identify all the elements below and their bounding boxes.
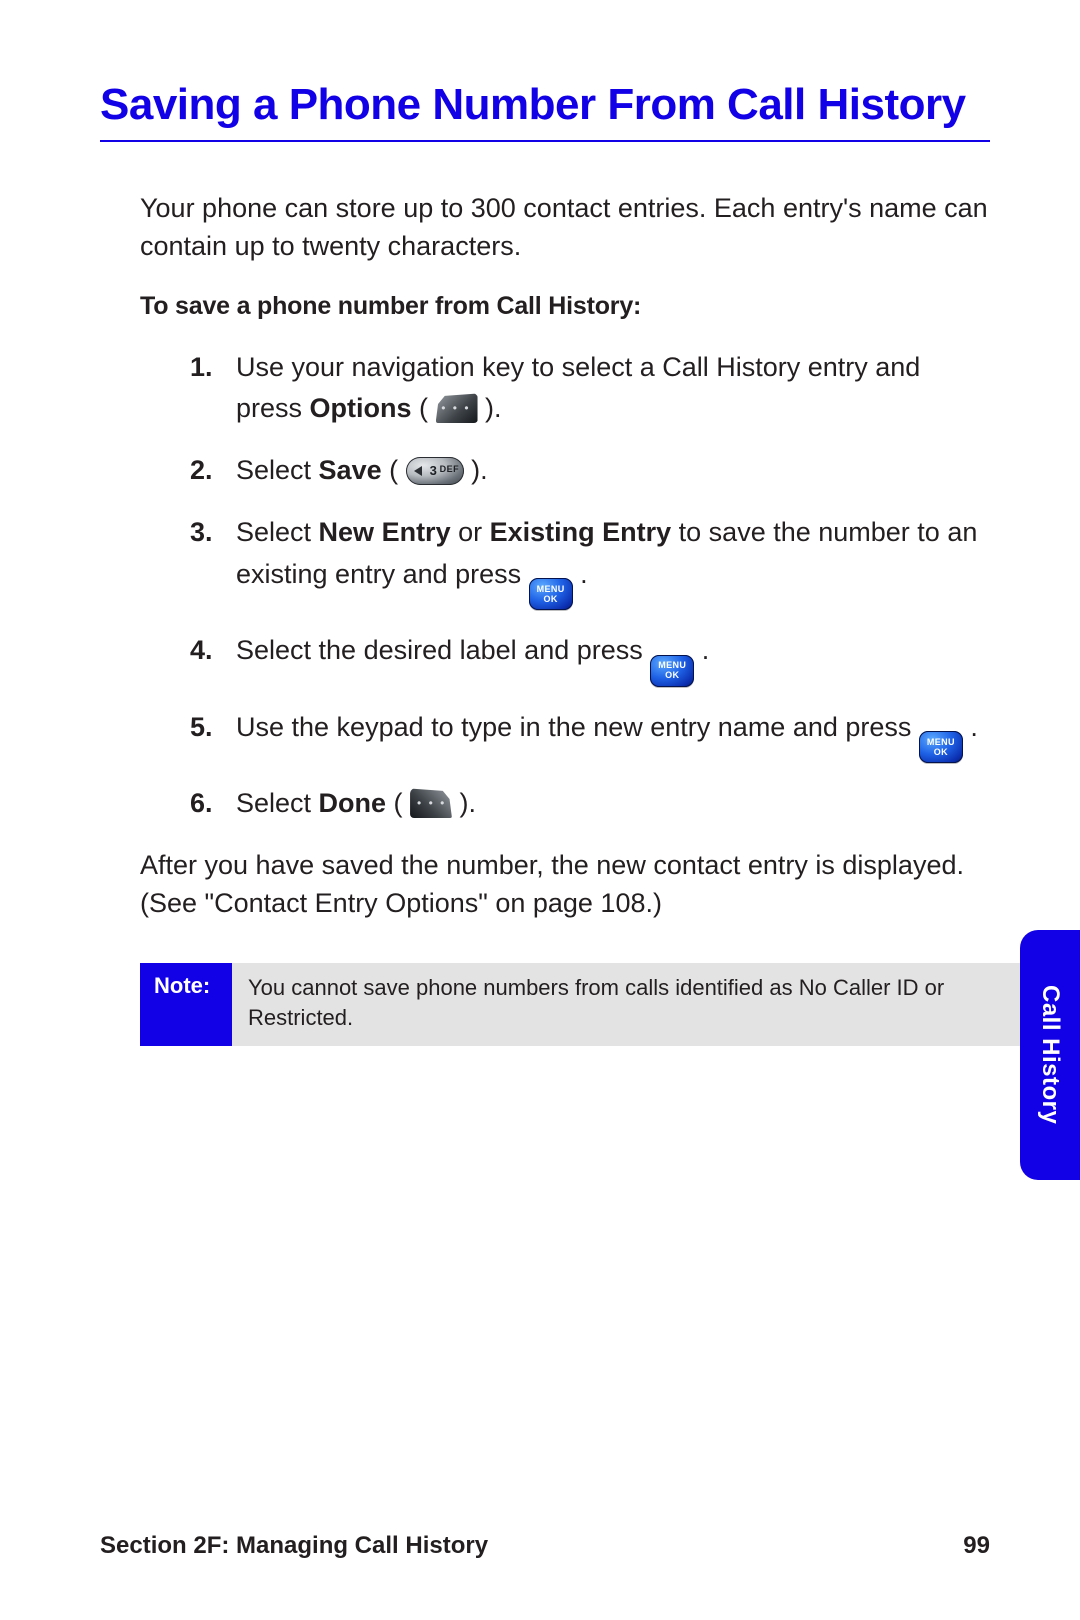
page-title: Saving a Phone Number From Call History	[100, 80, 990, 142]
step-4: Select the desired label and press MENUO…	[190, 630, 990, 687]
right-softkey-icon: • • •	[436, 393, 478, 423]
step-text: or	[451, 517, 490, 547]
menu-key-line1: MENU	[927, 738, 955, 747]
step-bold: Save	[319, 455, 382, 485]
step-bold: New Entry	[319, 517, 451, 547]
menu-ok-key-icon: MENUOK	[919, 731, 963, 763]
step-text: (	[382, 455, 406, 485]
step-3: Select New Entry or Existing Entry to sa…	[190, 512, 990, 610]
procedure-heading: To save a phone number from Call History…	[140, 292, 990, 321]
left-softkey-icon: • • •	[410, 788, 452, 818]
step-text: ).	[452, 788, 476, 818]
menu-ok-key-icon: MENUOK	[529, 578, 573, 610]
menu-key-line2: OK	[665, 671, 679, 680]
step-5: Use the keypad to type in the new entry …	[190, 707, 990, 764]
menu-ok-key-icon: MENUOK	[650, 655, 694, 687]
step-text: (	[412, 393, 436, 423]
step-text: Select	[236, 455, 319, 485]
step-text: Select	[236, 517, 319, 547]
step-bold: Existing Entry	[490, 517, 672, 547]
note-box: Note: You cannot save phone numbers from…	[140, 963, 1020, 1046]
menu-key-line1: MENU	[658, 661, 686, 670]
step-2: Select Save ( 3DEF ).	[190, 450, 990, 492]
softkey-dots: • • •	[417, 794, 446, 813]
step-text: Use the keypad to type in the new entry …	[236, 712, 919, 742]
step-text: .	[694, 635, 709, 665]
footer-section: Section 2F: Managing Call History	[100, 1532, 488, 1560]
key-3-icon: 3DEF	[406, 457, 464, 485]
side-tab: Call History	[1020, 930, 1080, 1180]
step-text: Select the desired label and press	[236, 635, 650, 665]
step-bold: Options	[310, 393, 412, 423]
menu-key-line1: MENU	[537, 585, 565, 594]
step-bold: Done	[319, 788, 387, 818]
note-body: You cannot save phone numbers from calls…	[232, 963, 1020, 1046]
closing-paragraph: After you have saved the number, the new…	[140, 847, 990, 923]
footer-page-number: 99	[963, 1532, 990, 1560]
intro-paragraph: Your phone can store up to 300 contact e…	[140, 190, 990, 266]
step-text: ).	[464, 455, 488, 485]
step-text: (	[386, 788, 410, 818]
key-3-number: 3	[430, 461, 437, 481]
menu-key-line2: OK	[544, 595, 558, 604]
page-footer: Section 2F: Managing Call History 99	[100, 1532, 990, 1560]
step-list: Use your navigation key to select a Call…	[190, 347, 990, 826]
softkey-dots: • • •	[441, 399, 470, 418]
step-6: Select Done ( • • • ).	[190, 783, 990, 825]
note-label: Note:	[140, 963, 232, 1046]
side-tab-label: Call History	[1036, 985, 1064, 1124]
menu-key-line2: OK	[934, 748, 948, 757]
step-text: Select	[236, 788, 319, 818]
step-text: .	[963, 712, 978, 742]
key-3-letters: DEF	[440, 463, 460, 477]
step-text: .	[573, 559, 588, 589]
step-1: Use your navigation key to select a Call…	[190, 347, 990, 431]
step-text: ).	[478, 393, 502, 423]
